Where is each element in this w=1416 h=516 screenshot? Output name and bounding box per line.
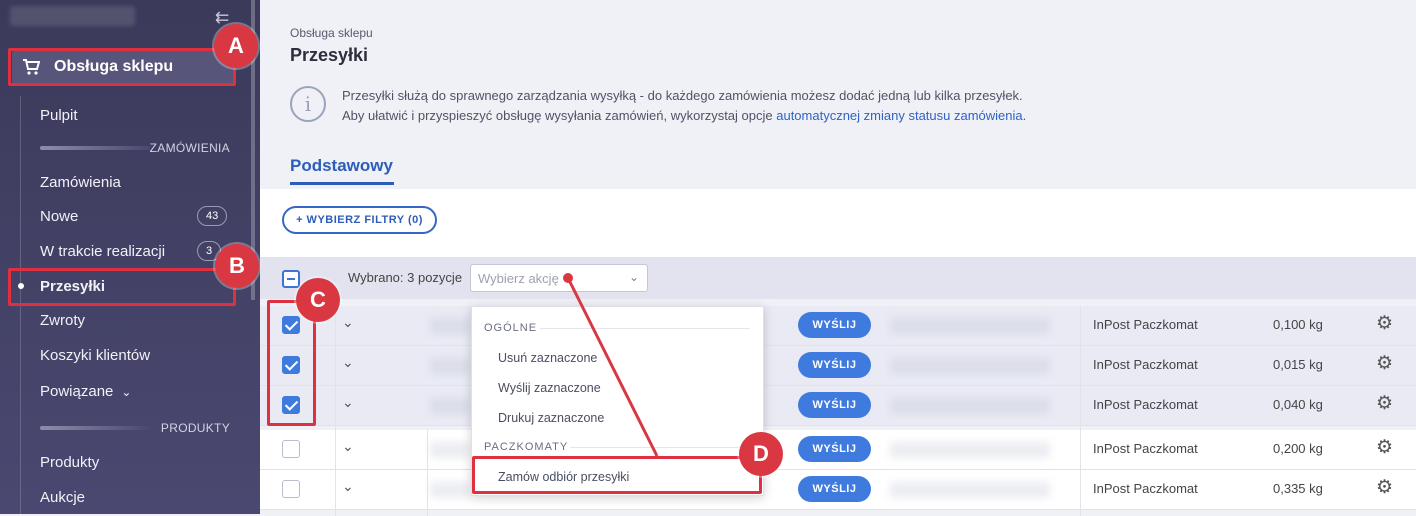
- annotation-arrow: [563, 273, 659, 457]
